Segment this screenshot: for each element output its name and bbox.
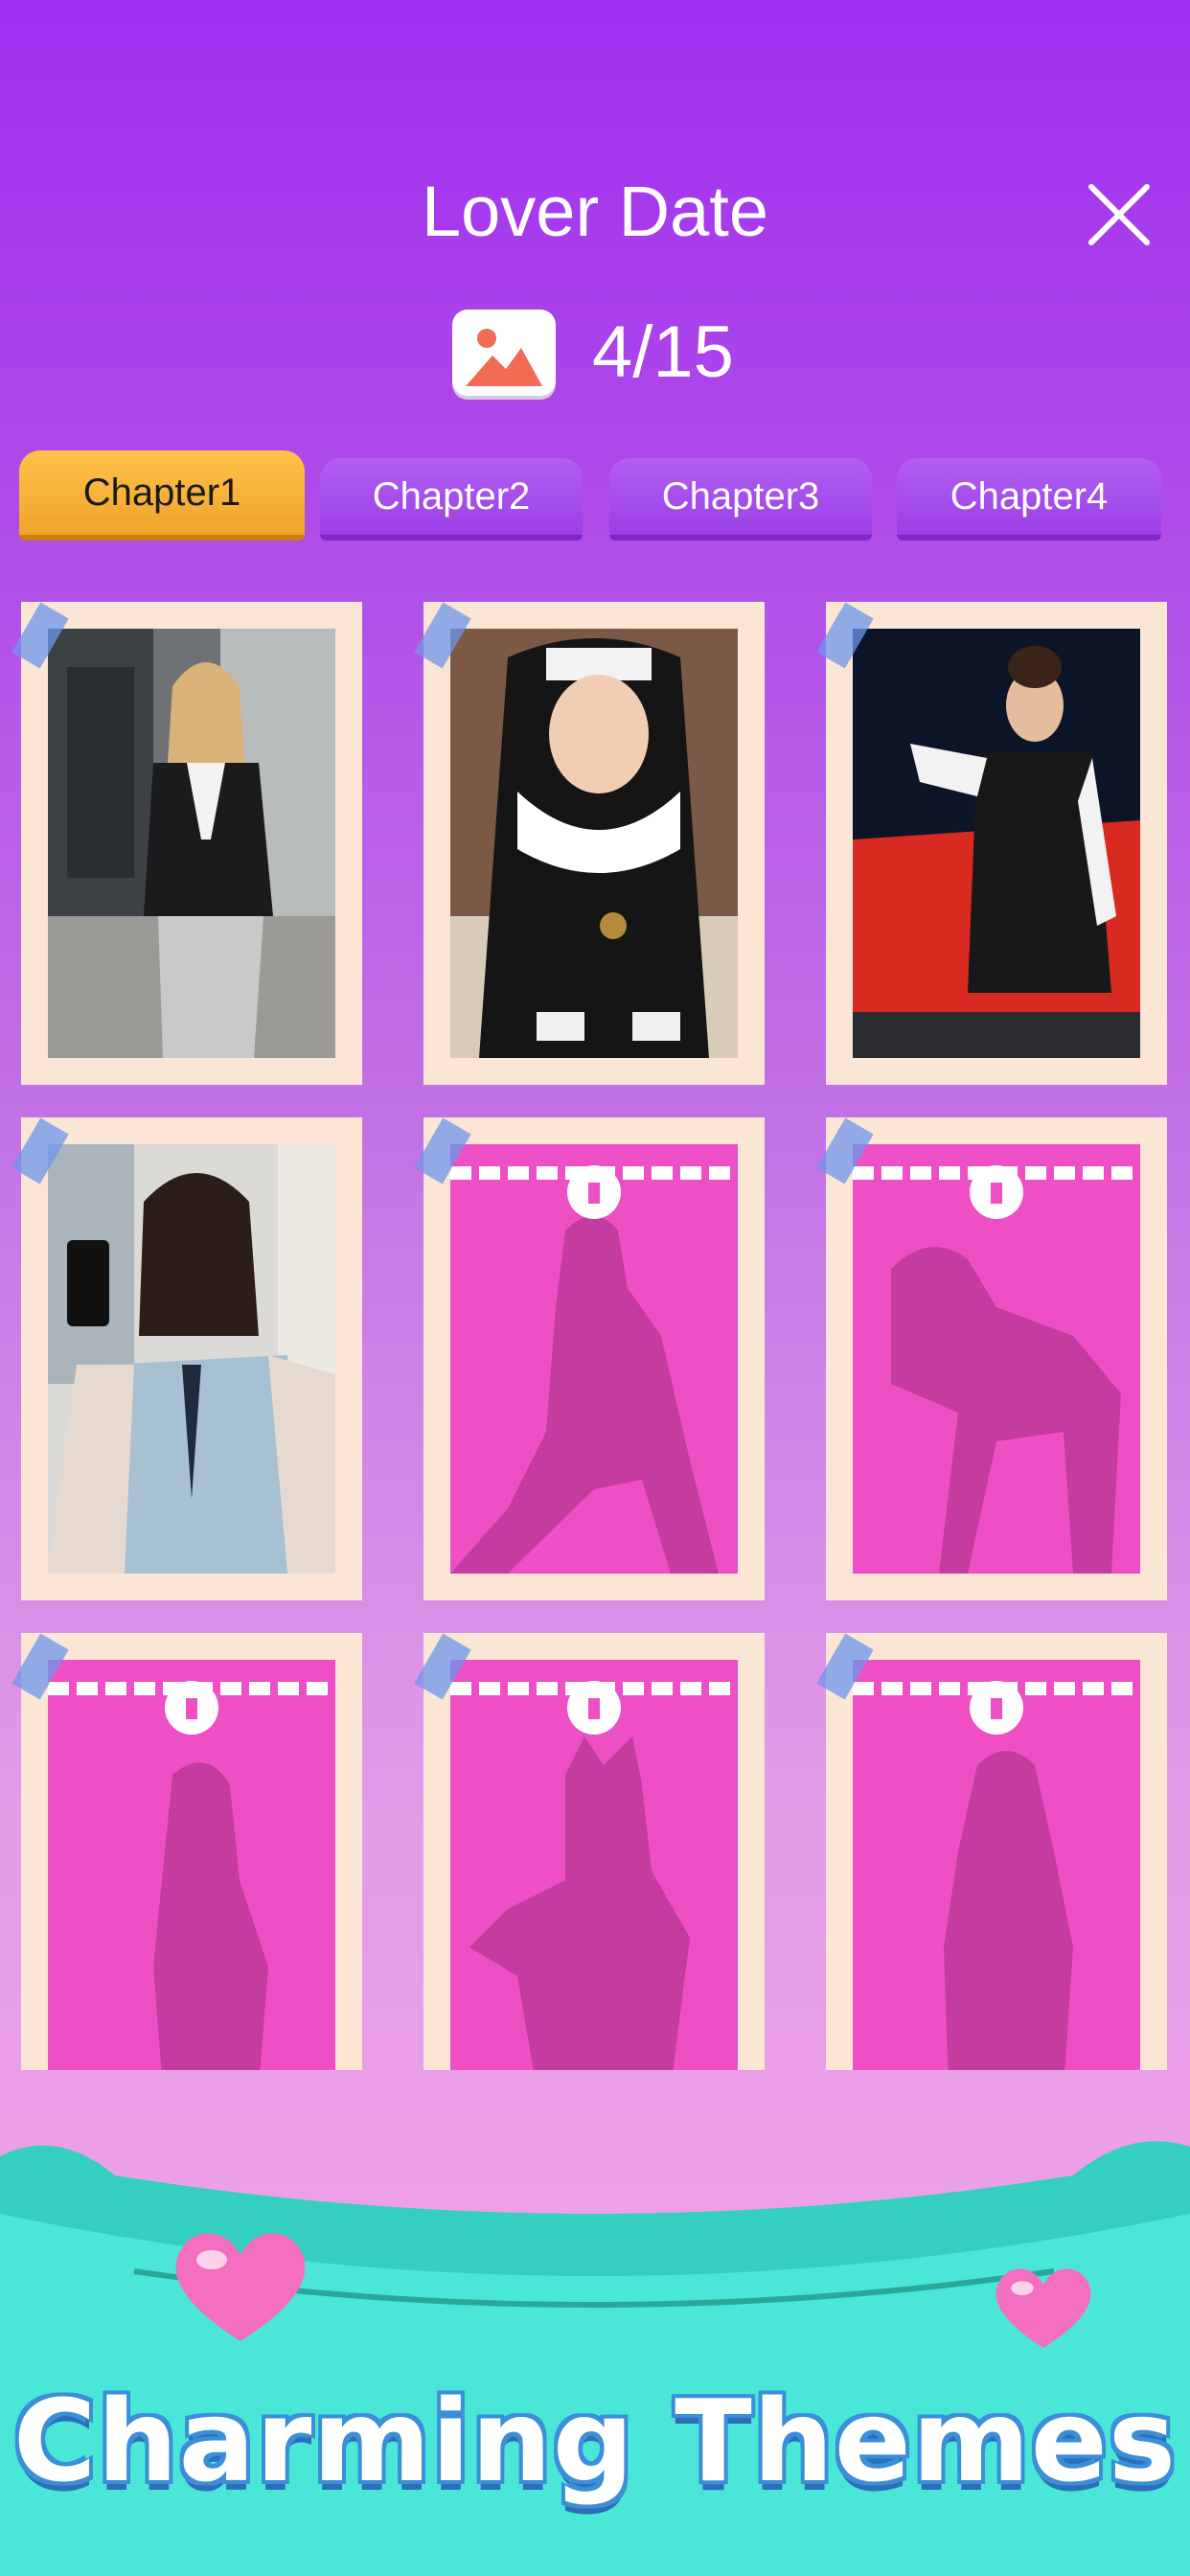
locked-card-6[interactable] <box>816 1117 1167 1600</box>
lock-icon <box>450 1165 738 1219</box>
heart-icon <box>995 2268 1091 2348</box>
locked-card-5[interactable] <box>414 1117 765 1600</box>
photo-card-1[interactable] <box>11 602 362 1085</box>
photo-nun-woman <box>450 629 738 1058</box>
lock-icon <box>450 1681 738 1735</box>
lock-icon <box>853 1681 1140 1735</box>
photo-card-2[interactable] <box>414 602 765 1085</box>
lock-icon <box>48 1681 335 1735</box>
tab-chapter2[interactable]: Chapter2 <box>320 458 583 540</box>
gallery-counter: 4/15 <box>452 309 734 397</box>
close-icon[interactable] <box>1083 178 1156 251</box>
locked-card-7[interactable] <box>11 1633 362 2070</box>
image-icon <box>452 310 556 396</box>
locked-card-9[interactable] <box>816 1633 1167 2070</box>
photo-selfie-woman <box>48 1144 335 1574</box>
chapter-tabs: Chapter1 Chapter2 Chapter3 Chapter4 <box>19 450 1173 542</box>
lock-icon <box>853 1165 1140 1219</box>
photo-card-3[interactable] <box>816 602 1167 1085</box>
heart-icon <box>175 2233 306 2341</box>
tab-chapter3[interactable]: Chapter3 <box>609 458 872 540</box>
progress-count: 4/15 <box>592 311 734 393</box>
banner-title: Charming Themes <box>12 2375 1178 2507</box>
tab-chapter4[interactable]: Chapter4 <box>897 458 1161 540</box>
tab-chapter1[interactable]: Chapter1 <box>19 450 305 540</box>
photo-racing-woman <box>853 629 1140 1058</box>
photo-card-4[interactable] <box>11 1117 362 1600</box>
locked-card-8[interactable] <box>414 1633 765 2070</box>
page-title: Lover Date <box>422 172 768 251</box>
photo-office-woman <box>48 629 335 1058</box>
